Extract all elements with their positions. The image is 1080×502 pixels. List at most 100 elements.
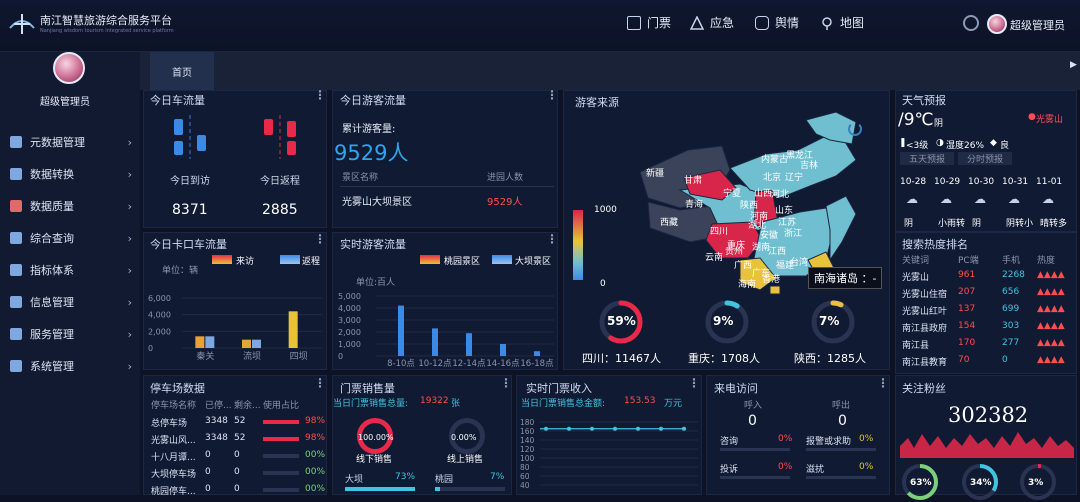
five-day-button[interactable]: 五天预报: [900, 152, 954, 165]
weather-day-desc: 阴: [972, 219, 982, 229]
parking-b: 0: [234, 467, 240, 477]
province-label: 贵州: [725, 247, 744, 257]
sidebar-avatar: [53, 52, 85, 84]
legend-return-swatch: [280, 255, 300, 264]
source-title: 游客来源: [575, 96, 619, 109]
fans-gauge-pct: 3%: [1028, 478, 1044, 488]
vehicle-menu-icon[interactable]: ⋮: [314, 88, 326, 102]
sales-r1-pct: 73%: [395, 472, 416, 482]
header-username[interactable]: 超级管理员: [1010, 17, 1065, 33]
calls-out-value: 0: [838, 413, 847, 429]
hourly-button[interactable]: 分时预报: [958, 152, 1012, 165]
income-point: [636, 426, 640, 431]
fans-sparkline: [900, 432, 1074, 458]
header-avatar[interactable]: [987, 14, 1007, 34]
nav-opinion[interactable]: 舆情: [755, 14, 799, 31]
sidebar-item-4[interactable]: 指标体系 ›: [10, 262, 132, 278]
nav-map[interactable]: 地图: [820, 14, 864, 31]
sales-r2-name: 桃园: [435, 475, 454, 485]
province-label: 四川: [710, 227, 729, 237]
search-pc: 170: [958, 338, 976, 348]
weather-temp: /9℃: [898, 110, 934, 130]
fans-gauge-pct: 63%: [910, 478, 932, 488]
refresh-icon[interactable]: [848, 122, 862, 136]
weather-location[interactable]: 光雾山: [1036, 112, 1063, 125]
parking-name: 十八月谭...: [151, 453, 196, 463]
search-keyword[interactable]: 南江县: [902, 338, 929, 351]
network-icon: [10, 328, 22, 340]
sidebar-item-label: 综合查询: [30, 232, 74, 245]
legend-arrive-label: 来访: [236, 257, 255, 267]
tab-scroll-right-icon[interactable]: ▶: [1070, 60, 1077, 70]
rt-ytick: 2,000: [338, 328, 361, 337]
parking-menu-icon[interactable]: ⋮: [314, 376, 326, 390]
parking-bar: [263, 437, 299, 441]
parking-title: 停车场数据: [150, 382, 205, 395]
calls-b-pct: 0%: [859, 434, 874, 444]
heat-icon: ▲▲▲▲: [1037, 304, 1065, 314]
search-icon: [10, 232, 22, 244]
search-keyword[interactable]: 光雾山: [902, 270, 929, 283]
legend-arrive-swatch: [212, 255, 232, 264]
vehicle-panel: [143, 90, 327, 228]
sidebar-item-0[interactable]: 元数据管理 ›: [10, 134, 132, 150]
power-icon[interactable]: [963, 15, 979, 31]
search-keyword[interactable]: 光雾山红叶: [902, 304, 947, 317]
parking-col: 剩余...: [234, 401, 261, 411]
checkpoint-menu-icon[interactable]: ⋮: [314, 232, 326, 246]
province-label: 江西: [768, 247, 787, 257]
sidebar-item-1[interactable]: 数据转换 ›: [10, 166, 132, 182]
sidebar-item-5[interactable]: 信息管理 ›: [10, 294, 132, 310]
income-menu-icon[interactable]: ⋮: [688, 376, 700, 390]
map-legend-bar: [573, 210, 583, 280]
rt-ytick: 5,000: [338, 292, 361, 301]
source-gauge-pct: 7%: [819, 314, 840, 328]
sales-total-value: 19322: [420, 396, 449, 406]
gear-icon: [10, 360, 22, 372]
weather-cond: 阴: [934, 119, 944, 129]
calls-b-pct: 0%: [859, 462, 874, 472]
location-pin-icon[interactable]: ●: [1028, 112, 1036, 122]
tourist-col1: 景区名称: [342, 173, 379, 183]
search-col: 手机: [1002, 256, 1021, 266]
offline-label: 线下销售: [356, 455, 393, 465]
sales-r1-name: 大坝: [345, 475, 364, 485]
province-label: 新疆: [646, 169, 665, 179]
tourist-menu-icon[interactable]: ⋮: [546, 88, 558, 102]
weather-day-desc: 阴: [904, 219, 914, 229]
income-ytick: 180: [520, 418, 535, 427]
search-keyword[interactable]: 南江县政府: [902, 321, 947, 334]
search-keyword[interactable]: 光雾山住宿: [902, 287, 947, 300]
parking-bar: [263, 454, 299, 458]
calls-b-label: 滋扰: [806, 465, 825, 475]
income-ytick: 60: [520, 472, 530, 481]
sidebar-item-label: 服务管理: [30, 328, 74, 341]
parking-b: 0: [234, 450, 240, 460]
online-label: 线上销售: [447, 455, 484, 465]
nav-ticket[interactable]: 门票: [627, 14, 671, 31]
shield-icon: [10, 200, 22, 212]
sales-menu-icon[interactable]: ⋮: [500, 376, 512, 390]
search-pc: 207: [958, 287, 976, 297]
sidebar-item-label: 元数据管理: [30, 136, 85, 149]
province-label: 内蒙古: [761, 155, 789, 165]
parking-bar: [263, 420, 299, 424]
checkpoint-chart: 6,000 4,000 2,000 0 秦关 流坝 四坝: [148, 294, 322, 362]
sidebar-item-7[interactable]: 系统管理 ›: [10, 358, 132, 374]
parking-name: 桃园停车...: [151, 487, 196, 497]
sidebar-item-2[interactable]: 数据质量 ›: [10, 198, 132, 214]
sidebar-item-3[interactable]: 综合查询 ›: [10, 230, 132, 246]
nav-emergency[interactable]: 应急: [690, 14, 734, 31]
sidebar-item-6[interactable]: 服务管理 ›: [10, 326, 132, 342]
sidebar-item-label: 信息管理: [30, 296, 74, 309]
parking-a: 0: [205, 450, 211, 460]
layers-icon: [10, 296, 22, 308]
realtime-menu-icon[interactable]: ⋮: [546, 232, 558, 246]
search-keyword[interactable]: 南江县教育: [902, 355, 947, 368]
parking-col: 使用占比: [263, 401, 300, 411]
arrive-label: 今日到访: [170, 176, 210, 187]
income-point: [659, 426, 663, 431]
calls-menu-icon[interactable]: ⋮: [877, 376, 889, 390]
heat-icon: ▲▲▲▲: [1037, 270, 1065, 280]
tab-home[interactable]: 首页: [150, 52, 214, 90]
